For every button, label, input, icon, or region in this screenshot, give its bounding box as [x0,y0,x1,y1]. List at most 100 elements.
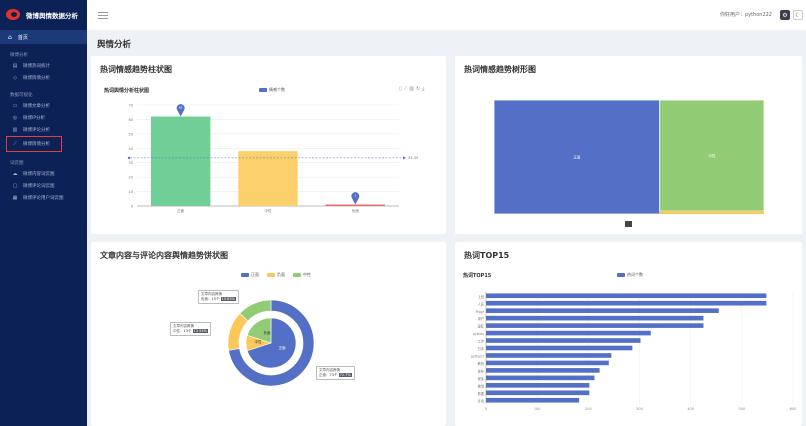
location-icon: ◎ [12,115,18,121]
bar [486,308,719,313]
sidebar-item-content-cloud[interactable]: ☁ 微博内容词云图 [0,168,87,180]
sidebar-item-label: 微博内容词云图 [23,172,55,177]
x-tick-label: 正面 [177,208,185,213]
pie-inner-label: 负面 [264,330,272,335]
y-tick-label: 用户 [478,316,484,321]
document-icon: ▭ [12,103,18,109]
treemap-breadcrumb [625,221,632,227]
bar [486,300,767,306]
y-tick-label: 日本 [478,346,485,351]
sidebar-item-label: 微博文章分析 [23,104,50,109]
y-tick-label: 0 [131,205,133,209]
y-tick-label: 人员 [478,302,484,306]
y-tick-label: 程序 [478,376,485,381]
y-tick-label: 40 [129,147,133,151]
y-tick-label: Progr [476,310,485,314]
y-tick-label: 70 [129,104,133,108]
x-tick-label: 400 [687,407,694,411]
bar [486,330,651,336]
treemap-label: 正面 [573,155,581,160]
sidebar-item-label: 微博舆情分析 [23,76,50,81]
sidebar-item-user-cloud[interactable]: ▦ 微博评论用户词云图 [0,192,87,204]
moon-icon[interactable]: ☾ [793,10,803,20]
sidebar-section-title: 数据可视化 [10,93,33,98]
bar [486,323,704,328]
y-tick-label: python1 [471,355,484,359]
treemap-label: 中性 [708,153,716,158]
x-tick-label: 0 [485,407,487,411]
bar [486,383,590,388]
sidebar-section-title: 词云图 [10,161,24,166]
bar [486,360,609,366]
pie-chart: 正面 中性负面 [227,299,315,387]
y-tick-label: 环境 [478,398,485,403]
nav-home-label: 首页 [17,34,28,41]
sidebar-item-hotword-stats[interactable]: ▤ 微博热词统计 [0,60,87,72]
mark-point-label: 62 [179,106,183,110]
top15-card: 热词TOP15 热词TOP15 热词个数 0 100 200 300 400 500 600… [455,242,802,426]
y-tick-label: 60 [129,118,133,122]
y-tick-label: 上班 [478,294,485,299]
tooltip-name: 中性 [173,329,180,333]
top15-bar-chart: 0 100 200 300 400 500 600 上班人员 Progr 用户国际 python 工作… [471,292,797,411]
menu-toggle-icon[interactable] [98,11,108,19]
treemap-cell [659,211,764,214]
y-tick-label: 20 [129,176,133,180]
brand: 微博舆情数据分析 [0,0,87,30]
sidebar-item-label: 微博评论词云图 [23,184,55,189]
tooltip-positive: 文章内容舆情 正面：73个 72.7% [316,366,355,380]
tooltip-percent: 13.54% [192,329,208,333]
bar [325,204,386,206]
sidebar: 微博舆情数据分析 ⌂ 首页 微博分析 ▤ 微博热词统计 ◇ 微博舆情分析 数据可… [0,0,87,426]
sidebar-item-label: 微博热词统计 [23,64,50,69]
mean-line-start [127,156,131,160]
y-tick-label: 微博 [478,383,485,388]
tooltip-name: 正面 [319,373,326,377]
sidebar-item-opinion-analysis[interactable]: ⟋ 微博舆情分析 [6,136,62,152]
y-tick-label: 10 [129,190,133,194]
y-tick-label: 发布 [478,369,484,374]
tooltip-neutral: 文章内容舆情 中性：13个 13.54% [170,322,211,336]
tooltip-percent: 72.7% [338,373,352,377]
x-tick-label: 600 [790,407,797,411]
nav-home[interactable]: ⌂ 首页 [0,30,87,44]
sidebar-item-label: 微博IP分析 [23,116,46,121]
sidebar-item-article[interactable]: ▭ 微博文章分析 [0,100,87,112]
bar-chart: 0 10 20 30 40 50 60 70 正面 中性 负面 62 1 33.33 [127,104,418,213]
sidebar-item-label: 微博舆情分析 [23,142,50,147]
sidebar-item-comment[interactable]: ▥ 微博评论分析 [0,124,87,136]
y-tick-label: 50 [129,132,133,136]
sidebar-item-comment-cloud[interactable]: ▢ 微博评论词云图 [0,180,87,192]
monitor-icon: ▢ [12,183,18,189]
bar [486,353,612,358]
bar [486,368,600,373]
grid-icon: ▦ [12,195,18,201]
bar [486,390,590,396]
y-tick-label: 30 [129,161,133,165]
pie-inner-label: 正面 [279,345,287,350]
treemap-chart: 正面 中性 [493,99,765,227]
brand-title: 微博舆情数据分析 [26,12,78,20]
tooltip-value: 73个 [329,373,338,377]
y-tick-label: 工作 [478,339,485,344]
mean-line-label: 33.33 [408,156,418,160]
x-tick-label: 负面 [352,208,359,213]
x-tick-label: 200 [585,407,592,411]
bar [486,338,641,343]
sidebar-item-opinion[interactable]: ◇ 微博舆情分析 [0,72,87,84]
tooltip-negative: 文章内容舆情 负面：15个 15.63% [198,290,239,304]
bar-chart-icon: ▥ [12,127,18,133]
tooltip-value: 13个 [183,329,192,333]
y-tick-label: 教育 [478,361,484,366]
bar [486,315,704,321]
sidebar-item-ip[interactable]: ◎ 微博IP分析 [0,112,87,124]
pie-slice [239,299,272,322]
x-tick-label: 500 [738,407,745,411]
gear-icon[interactable]: ⚙ [780,10,790,20]
sidebar-section-title: 微博分析 [10,53,28,58]
bar [486,375,595,381]
bar [486,345,633,351]
y-tick-label: 数据 [478,391,485,396]
bar [238,151,298,206]
mean-line-arrow [403,156,406,160]
